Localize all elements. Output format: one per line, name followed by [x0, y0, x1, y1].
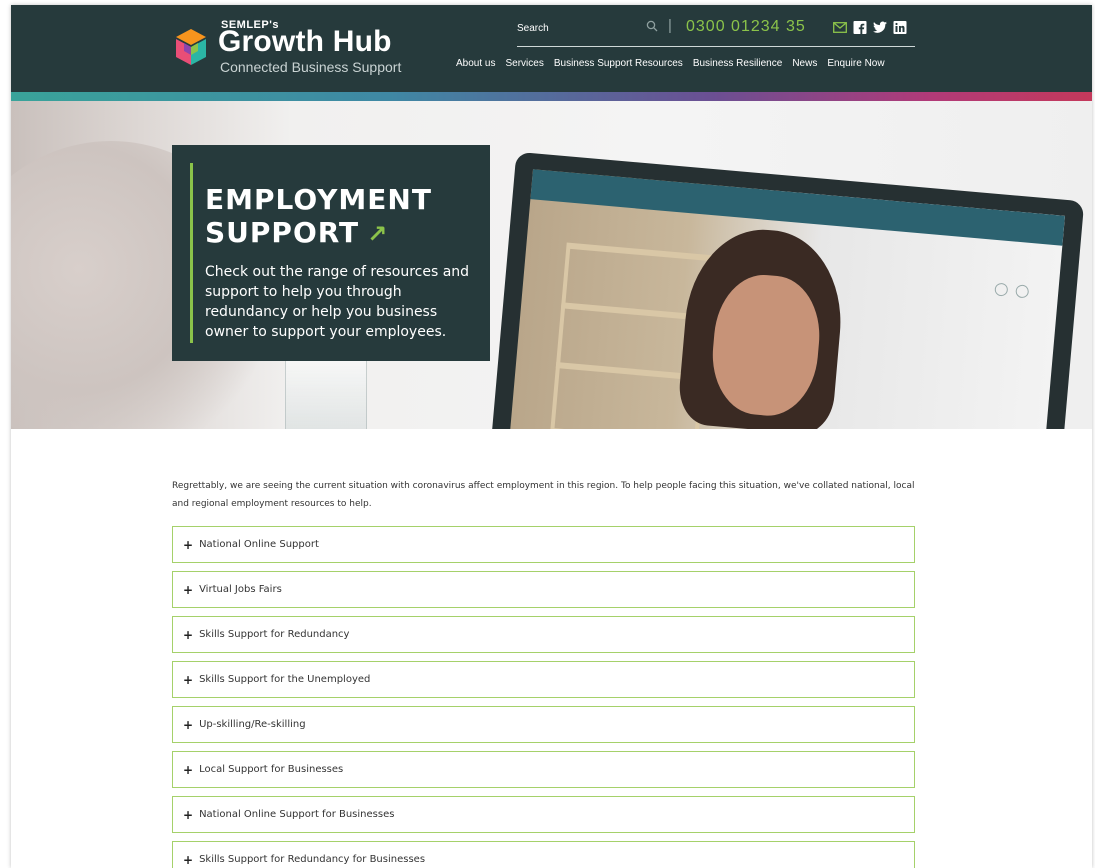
- intro-text: Regrettably, we are seeing the current s…: [172, 481, 915, 509]
- main-nav: About us Services Business Support Resou…: [456, 58, 895, 69]
- site-header: SEMLEP's Growth Hub Connected Business S…: [11, 5, 1092, 92]
- accordion-item-label: Virtual Jobs Fairs: [199, 584, 282, 595]
- hero-description: Check out the range of resources and sup…: [205, 264, 470, 340]
- logo-mark-icon: [176, 29, 206, 65]
- hero-laptop-image: [487, 151, 1085, 429]
- logo-subtitle: Connected Business Support: [220, 59, 402, 75]
- nav-item-about-us[interactable]: About us: [456, 58, 495, 69]
- accordion-item[interactable]: + Virtual Jobs Fairs: [172, 571, 915, 608]
- phone-number[interactable]: 0300 01234 35: [686, 18, 806, 36]
- accordion-item[interactable]: + National Online Support for Businesses: [172, 796, 915, 833]
- accordion-item[interactable]: + National Online Support: [172, 526, 915, 563]
- accordion-item[interactable]: + Local Support for Businesses: [172, 751, 915, 788]
- plus-icon: +: [183, 717, 194, 732]
- search-icon[interactable]: [646, 20, 658, 32]
- video-controls-icon: [994, 283, 1029, 298]
- page-frame: SEMLEP's Growth Hub Connected Business S…: [11, 5, 1092, 868]
- page-title: EMPLOYMENT SUPPORT ↗: [205, 183, 475, 251]
- accordion-item-label: Skills Support for Redundancy for Busine…: [199, 854, 426, 865]
- plus-icon: +: [183, 807, 194, 822]
- accordion-item-label: Up-skilling/Re-skilling: [199, 719, 306, 730]
- accordion-item[interactable]: + Skills Support for the Unemployed: [172, 661, 915, 698]
- page-title-line2: SUPPORT: [205, 216, 360, 249]
- hero-accent-bar: [190, 163, 193, 343]
- accordion-item-label: Skills Support for Redundancy: [199, 629, 350, 640]
- header-color-stripe: [11, 92, 1092, 101]
- nav-item-enquire-now[interactable]: Enquire Now: [827, 58, 884, 69]
- accordion-item-label: Skills Support for the Unemployed: [199, 674, 371, 685]
- accordion-item[interactable]: + Skills Support for Redundancy: [172, 616, 915, 653]
- plus-icon: +: [183, 852, 194, 867]
- screen-toolbar: [530, 169, 1065, 246]
- header-separator: |: [668, 17, 672, 34]
- facebook-icon[interactable]: [853, 21, 867, 34]
- accordion-item-label: National Online Support: [199, 539, 319, 550]
- arrow-icon: ↗: [367, 220, 389, 248]
- nav-item-business-resilience[interactable]: Business Resilience: [693, 58, 783, 69]
- linkedin-icon[interactable]: [893, 21, 907, 34]
- plus-icon: +: [183, 537, 194, 552]
- page-title-line1: EMPLOYMENT: [205, 183, 432, 216]
- site-logo[interactable]: SEMLEP's Growth Hub Connected Business S…: [172, 19, 432, 77]
- search-input[interactable]: Search: [517, 23, 549, 34]
- logo-title: Growth Hub: [218, 25, 392, 58]
- accordion-item-label: National Online Support for Businesses: [199, 809, 395, 820]
- accordion-item[interactable]: + Skills Support for Redundancy for Busin…: [172, 841, 915, 868]
- plus-icon: +: [183, 672, 194, 687]
- accordion-item[interactable]: + Up-skilling/Re-skilling: [172, 706, 915, 743]
- search-underline: [517, 46, 915, 47]
- plus-icon: +: [183, 762, 194, 777]
- nav-item-news[interactable]: News: [792, 58, 817, 69]
- hero-glass-image: [285, 351, 367, 429]
- hero-text-panel: EMPLOYMENT SUPPORT ↗ Check out the range …: [172, 145, 490, 361]
- plus-icon: +: [183, 582, 194, 597]
- laptop-screen: [506, 169, 1065, 429]
- email-icon[interactable]: [833, 21, 847, 34]
- plus-icon: +: [183, 627, 194, 642]
- twitter-icon[interactable]: [873, 21, 887, 34]
- accordion-item-label: Local Support for Businesses: [199, 764, 344, 775]
- accordion-list: + National Online Support + Virtual Jobs F…: [172, 526, 915, 868]
- nav-item-business-support-resources[interactable]: Business Support Resources: [554, 58, 683, 69]
- nav-item-services[interactable]: Services: [505, 58, 543, 69]
